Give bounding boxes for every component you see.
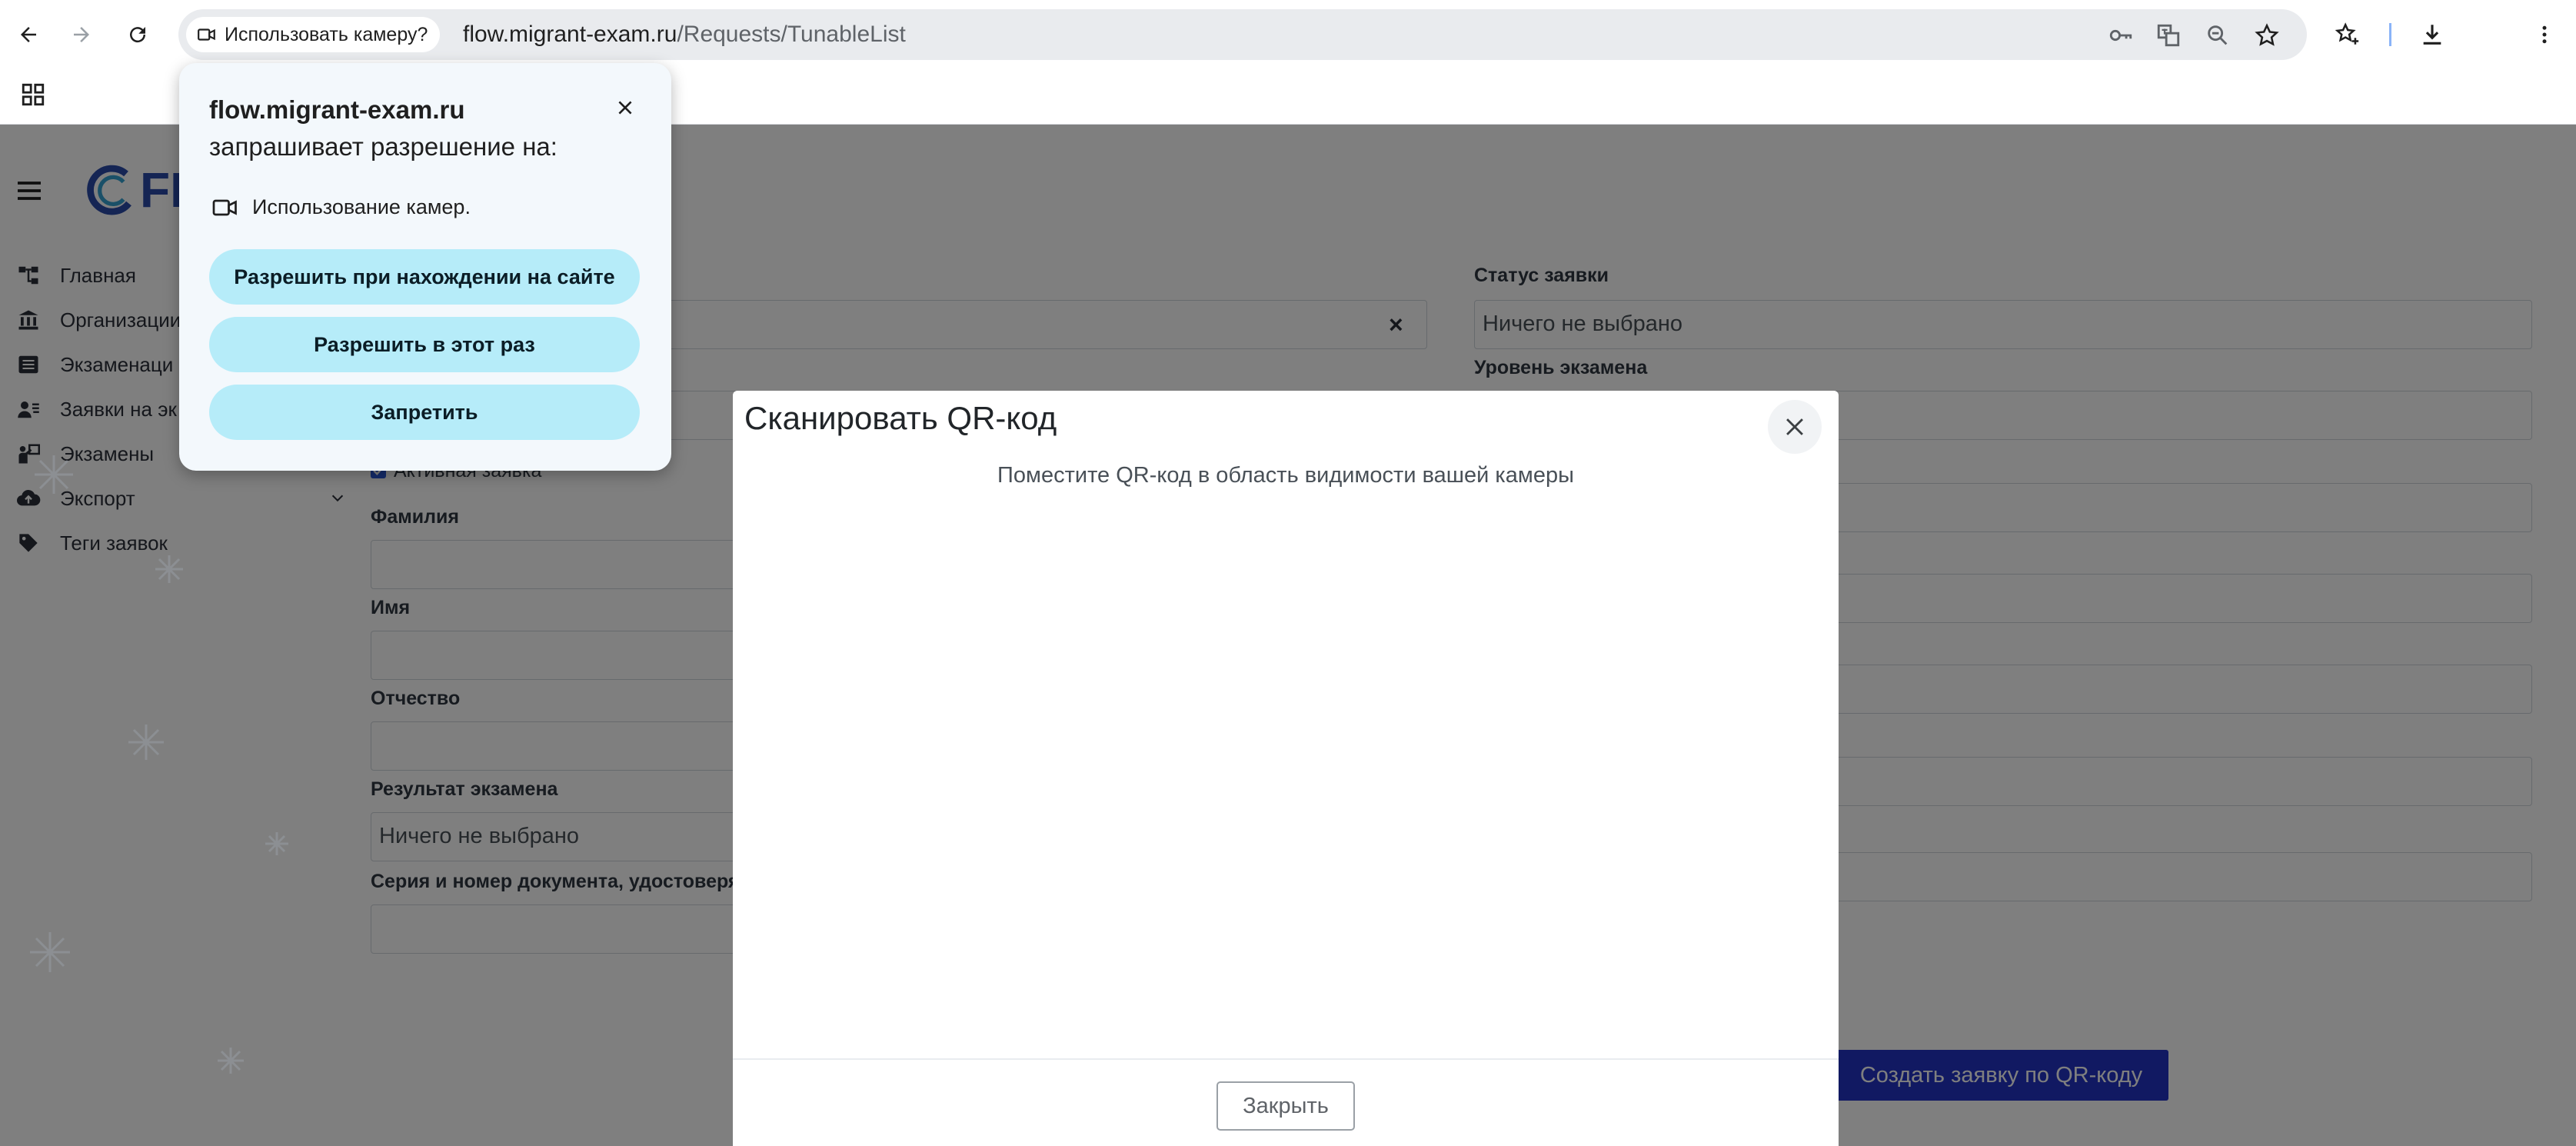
snowflake-decoration xyxy=(30,455,288,1074)
reload-icon[interactable] xyxy=(120,17,155,52)
video-camera-icon xyxy=(212,199,237,216)
apps-grid-icon[interactable] xyxy=(20,82,46,108)
forward-icon[interactable] xyxy=(64,17,99,52)
permission-close-button[interactable] xyxy=(610,92,641,123)
download-icon[interactable] xyxy=(2415,17,2450,52)
url-host: flow.migrant-exam.ru xyxy=(463,22,677,47)
modal-close-button[interactable] xyxy=(1768,400,1822,454)
key-icon[interactable] xyxy=(2107,22,2135,49)
bookmark-star-icon[interactable] xyxy=(2253,22,2281,49)
allow-once-button[interactable]: Разрешить в этот раз xyxy=(209,317,640,372)
toolbar-divider xyxy=(2389,23,2391,46)
url-text[interactable]: flow.migrant-exam.ru/Requests/TunableLis… xyxy=(463,22,906,48)
browser-toolbar: Использовать камеру? flow.migrant-exam.r… xyxy=(0,0,2576,69)
permission-camera-label: Использование камер. xyxy=(252,195,471,218)
video-camera-icon xyxy=(198,28,215,41)
modal-footer-divider xyxy=(733,1058,1839,1060)
camera-viewport xyxy=(733,506,1839,1044)
bookmarks-manager-icon[interactable] xyxy=(2330,17,2365,52)
modal-footer-close-button[interactable]: Закрыть xyxy=(1216,1081,1355,1131)
permission-host: flow.migrant-exam.ru xyxy=(209,95,465,124)
camera-permission-chip[interactable]: Использовать камеру? xyxy=(186,17,441,52)
back-icon[interactable] xyxy=(11,17,46,52)
modal-title: Сканировать QR-код xyxy=(744,400,1057,436)
modal-hint: Поместите QR-код в область видимости ваш… xyxy=(997,463,1574,488)
camera-chip-label: Использовать камеру? xyxy=(225,23,428,45)
zoom-icon[interactable] xyxy=(2204,22,2232,49)
permission-request-text: запрашивает разрешение на: xyxy=(209,132,557,161)
address-bar[interactable]: Использовать камеру? flow.migrant-exam.r… xyxy=(178,9,2307,60)
translate-icon[interactable] xyxy=(2155,22,2182,49)
qr-scan-modal: Сканировать QR-код Поместите QR-код в об… xyxy=(733,391,1839,1146)
url-path: /Requests/TunableList xyxy=(677,22,906,47)
camera-permission-popup: flow.migrant-exam.ru запрашивает разреше… xyxy=(179,63,671,471)
close-icon xyxy=(1786,418,1803,435)
browser-menu-icon[interactable] xyxy=(2527,17,2562,52)
deny-button[interactable]: Запретить xyxy=(209,385,640,440)
close-icon xyxy=(618,101,632,115)
allow-on-site-button[interactable]: Разрешить при нахождении на сайте xyxy=(209,249,640,305)
